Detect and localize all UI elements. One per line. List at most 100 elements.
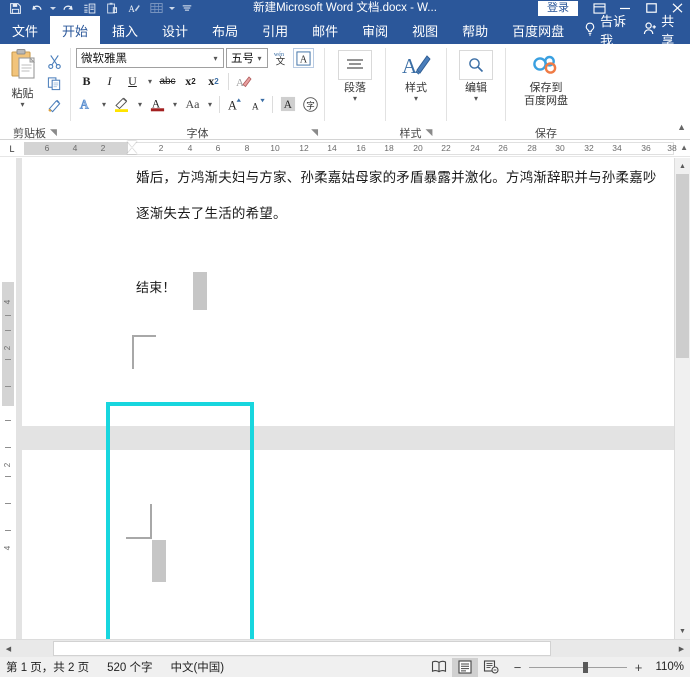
vruler-tick: 4 [3,299,12,305]
clipboard-group-footer: 剪贴板 ◥ [0,125,70,140]
chevron-down-icon[interactable]: ▾ [209,54,222,63]
tab-baidu-netdisk[interactable]: 百度网盘 [500,16,576,44]
clipboard-dialog-launcher-icon[interactable]: ◥ [50,128,57,137]
document-page-2[interactable] [22,450,674,639]
font-color-dropdown-icon[interactable]: ▾ [170,94,180,114]
chevron-down-icon[interactable]: ▾ [253,54,266,63]
scroll-up-icon[interactable]: ▲ [680,143,688,152]
character-shading-icon[interactable]: A [277,94,298,114]
save-to-baidu-netdisk-button[interactable]: 保存到 百度网盘 [524,48,568,108]
clear-formatting-icon[interactable]: A [233,71,254,91]
paste-button[interactable]: 粘贴 ▾ [4,48,41,109]
cut-icon[interactable] [43,51,65,71]
tab-layout[interactable]: 布局 [200,16,250,44]
tab-home[interactable]: 开始 [50,16,101,44]
search-icon [459,50,493,80]
vertical-scrollbar[interactable]: ▲ ▼ [674,158,690,639]
underline-button[interactable]: U [122,71,143,91]
hanging-indent-marker[interactable] [127,148,137,154]
table-icon[interactable] [145,0,167,16]
maximize-icon[interactable] [638,0,664,16]
change-case-button[interactable]: Aa [182,94,203,114]
grow-font-icon[interactable]: A [224,94,245,114]
editing-dropdown-icon[interactable]: ▾ [474,95,478,103]
collapse-ribbon-icon[interactable]: ▲ [677,122,686,132]
change-case-dropdown-icon[interactable]: ▾ [205,94,215,114]
tab-stop-selector[interactable]: L [0,140,24,156]
strikethrough-button[interactable]: abc [157,71,178,91]
zoom-level[interactable]: 110% [650,661,684,673]
subscript-button[interactable]: x2 [180,71,201,91]
tab-file[interactable]: 文件 [0,16,50,44]
font-color-icon[interactable]: A [147,94,168,114]
undo-dropdown-icon[interactable] [48,0,57,16]
italic-button[interactable]: I [99,71,120,91]
zoom-in-button[interactable]: + [633,660,644,675]
page-indicator[interactable]: 第 1 页，共 2 页 [6,659,89,675]
zoom-slider-thumb[interactable] [583,661,588,673]
styles-dropdown-icon[interactable]: ▾ [414,95,418,103]
horizontal-scroll-thumb[interactable] [53,641,551,656]
tab-view[interactable]: 视图 [400,16,450,44]
format-painter-icon[interactable] [43,95,65,115]
table-dropdown-icon[interactable] [167,0,176,16]
horizontal-scrollbar[interactable]: ◀ ▶ [0,639,690,657]
read-mode-button[interactable] [426,658,452,677]
copy-icon[interactable] [43,73,65,93]
character-border-icon[interactable]: A [293,48,314,68]
document-page-1[interactable]: 婚后，方鸿渐夫妇与方家、孙柔嘉姑母家的矛盾暴露并激化。方鸿渐辞职并与孙柔嘉吵 逐… [22,158,674,426]
language-indicator[interactable]: 中文(中国) [170,659,224,675]
underline-dropdown-icon[interactable]: ▾ [145,71,155,91]
save-icon[interactable] [4,0,26,16]
horizontal-ruler[interactable]: L 6 4 2 2 4 6 8 10 12 14 16 18 20 22 24 … [0,140,690,157]
vertical-ruler[interactable]: 4 2 2 4 [0,158,16,639]
customize-qat-icon[interactable] [176,0,198,16]
tab-references[interactable]: 引用 [250,16,300,44]
format-painter-icon[interactable]: A [123,0,145,16]
paragraph-dropdown-icon[interactable]: ▾ [353,95,357,103]
scroll-right-icon[interactable]: ▶ [673,640,690,657]
enclose-character-icon[interactable]: 字 [300,94,321,114]
share-button[interactable]: 共享 [637,14,684,48]
bold-button[interactable]: B [76,71,97,91]
divider [219,95,220,113]
superscript-button[interactable]: x2 [203,71,224,91]
numbering-icon[interactable] [79,0,101,16]
word-count[interactable]: 520 个字 [107,659,152,675]
styles-button[interactable]: A 样式 ▾ [394,48,438,103]
font-name-combo[interactable]: 微软雅黑 ▾ [76,48,224,68]
text-highlight-icon[interactable] [111,94,133,114]
horizontal-scroll-track[interactable] [17,640,673,657]
tell-me-button[interactable]: 告诉我 [576,14,637,48]
scroll-down-icon[interactable]: ▼ [675,623,690,639]
paste-special-icon[interactable] [101,0,123,16]
first-line-indent-marker[interactable] [127,141,137,147]
text-effects-dropdown-icon[interactable]: ▾ [99,94,109,114]
web-layout-button[interactable] [478,658,504,677]
shrink-font-icon[interactable]: A [247,94,268,114]
scroll-up-icon[interactable]: ▲ [675,158,690,174]
paragraph-button[interactable]: 段落 ▾ [333,48,377,103]
zoom-out-button[interactable]: − [512,660,523,675]
text-effects-icon[interactable]: A [76,94,97,114]
phonetic-guide-icon[interactable]: wén 文 [270,48,291,68]
vertical-scroll-thumb[interactable] [676,174,689,358]
sign-in-button[interactable]: 登录 [538,0,578,16]
tab-help[interactable]: 帮助 [450,16,500,44]
highlight-dropdown-icon[interactable]: ▾ [135,94,145,114]
paste-dropdown-icon[interactable]: ▾ [20,101,24,109]
font-dialog-launcher-icon[interactable]: ◥ [311,128,318,137]
editing-button[interactable]: 编辑 ▾ [454,48,498,103]
styles-dialog-launcher-icon[interactable]: ◥ [426,128,433,137]
tab-review[interactable]: 审阅 [350,16,400,44]
tab-mailings[interactable]: 邮件 [300,16,350,44]
tab-design[interactable]: 设计 [150,16,200,44]
font-size-combo[interactable]: 五号 ▾ [226,48,268,68]
undo-icon[interactable] [26,0,48,16]
print-layout-button[interactable] [452,657,478,677]
tab-insert[interactable]: 插入 [100,16,150,44]
redo-icon[interactable] [57,0,79,16]
zoom-slider[interactable] [529,661,627,673]
scroll-left-icon[interactable]: ◀ [0,640,17,657]
ribbon-group-save: 保存到 百度网盘 保存 [506,44,586,140]
